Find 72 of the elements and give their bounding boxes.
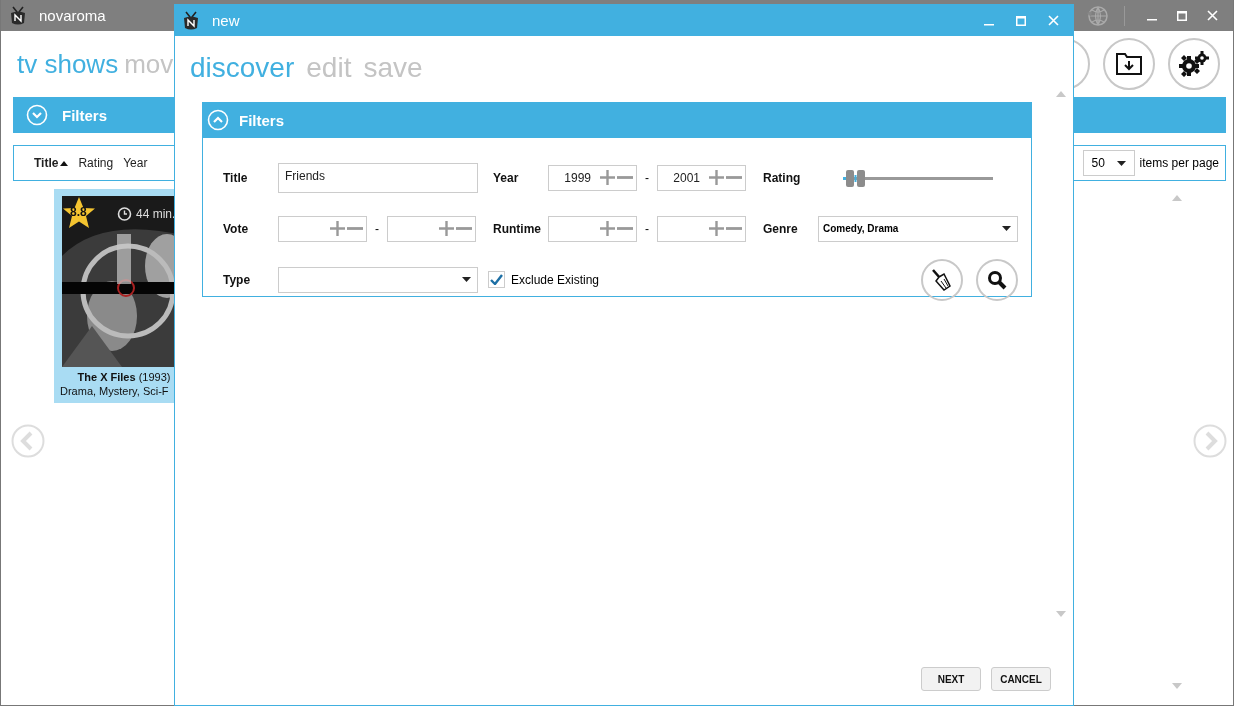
gears-icon [1178,51,1210,77]
sort-arrow-icon [60,160,69,166]
sort-option[interactable]: Year [123,156,148,170]
genre-dropdown[interactable]: Comedy, Drama [818,215,1018,242]
filters-label: Filters [62,106,107,124]
scroll-up-icon[interactable] [1172,195,1182,201]
rating-slider[interactable] [843,168,993,187]
download-folder-button[interactable] [1103,38,1155,90]
page-size-label: items per page [1139,156,1219,170]
star-icon [62,196,96,230]
slider-thumb[interactable] [845,169,865,187]
number-field[interactable] [278,215,367,242]
field-label: Rating [763,170,802,185]
dialog-button[interactable]: NEXT [921,667,981,691]
show-title: The X Files (1993) [76,371,172,383]
number-value: 2001 [673,170,700,185]
field-label: Vote [223,221,250,236]
range-separator: - [375,221,379,236]
settings-button[interactable] [1168,38,1220,90]
chevron-icon[interactable] [26,104,48,126]
number-field[interactable] [387,215,476,242]
title-field[interactable]: Friends [278,162,478,193]
number-field[interactable]: 2001 [657,164,746,191]
show-genres: Drama, Mystery, Sci-F [60,385,170,397]
close-icon[interactable] [1047,15,1059,26]
field-label: Type [223,272,252,287]
search-icon [987,269,1007,290]
caret-icon [462,277,471,282]
chevron-icon[interactable] [207,109,229,131]
close-icon[interactable] [1206,10,1218,21]
clear-button[interactable] [921,258,963,301]
broom-icon [932,268,952,291]
filters-label: Filters [239,111,284,129]
field-label: Runtime [493,221,542,236]
number-value: 1999 [564,170,591,185]
plus-icon[interactable] [600,170,615,185]
plus-icon[interactable] [709,221,724,236]
window-title: new [212,12,241,29]
plus-icon[interactable] [330,221,345,236]
clock-icon [117,206,132,221]
range-separator: - [645,221,649,236]
folder-download-icon [1116,53,1142,75]
number-field[interactable] [657,215,746,242]
scroll-down-icon[interactable] [1172,683,1182,689]
plus-icon[interactable] [709,170,724,185]
field-label: Title [223,170,249,185]
number-field[interactable] [548,215,637,242]
tv-logo-icon [182,10,200,31]
sort-option[interactable]: Title [34,156,69,170]
plus-icon[interactable] [600,221,615,236]
caret-icon [1002,226,1011,231]
type-dropdown[interactable] [278,266,478,293]
plus-icon[interactable] [439,221,454,236]
maximize-icon[interactable] [1177,10,1187,21]
page-size-dropdown[interactable]: 50 [1082,150,1135,176]
scroll-down-icon[interactable] [1056,611,1066,617]
globe-icon[interactable] [1086,4,1108,27]
checkbox[interactable] [488,271,505,288]
field-label: Year [493,170,520,185]
rating-label: 8.8 [70,205,87,219]
caret-icon [1116,160,1126,166]
number-field[interactable]: 1999 [548,164,637,191]
search-button[interactable] [976,258,1018,301]
range-separator: - [645,170,649,185]
field-label: Genre [763,221,799,236]
window-title: novaroma [39,7,106,24]
sort-option[interactable]: Rating [78,156,114,170]
runtime-label: 44 min. [136,206,176,221]
tv-logo-icon [9,5,27,26]
checkbox-label: Exclude Existing [511,272,600,287]
dialog-button[interactable]: CANCEL [991,667,1051,691]
maximize-icon[interactable] [1016,15,1026,26]
